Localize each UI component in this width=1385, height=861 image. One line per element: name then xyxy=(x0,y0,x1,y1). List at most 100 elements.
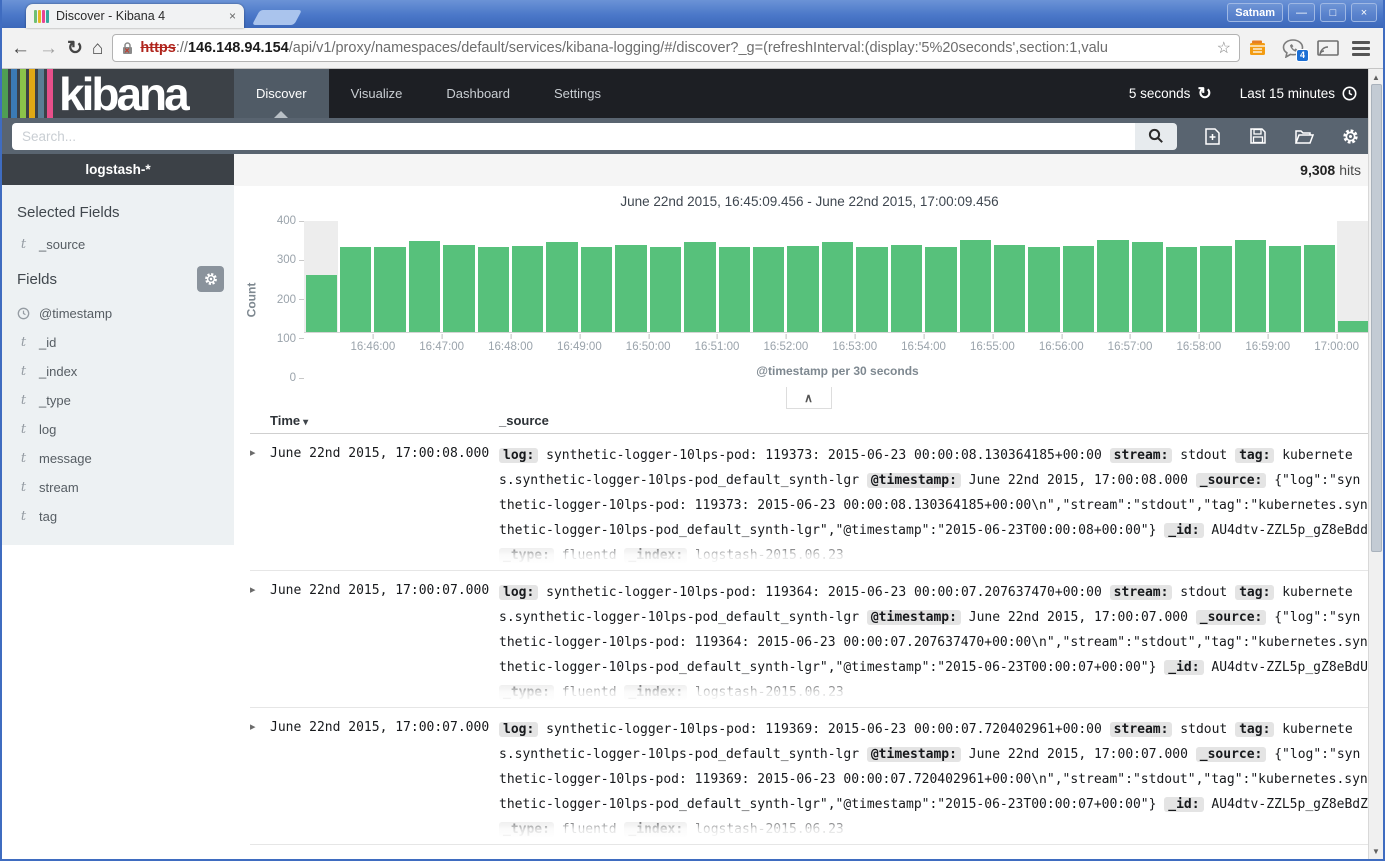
histogram-bar[interactable] xyxy=(856,247,887,332)
menu-icon[interactable] xyxy=(1352,41,1370,56)
histogram-bucket[interactable] xyxy=(924,221,958,332)
index-pattern-selector[interactable]: logstash-* xyxy=(2,154,234,185)
histogram-bucket[interactable] xyxy=(304,221,338,332)
page-scrollbar[interactable]: ▲ ▼ xyxy=(1368,69,1383,859)
histogram-bucket[interactable] xyxy=(1027,221,1061,332)
histogram-bar[interactable] xyxy=(1304,245,1335,332)
histogram-bucket[interactable] xyxy=(992,221,1026,332)
histogram-bar[interactable] xyxy=(306,275,337,332)
histogram-bar[interactable] xyxy=(1166,247,1197,332)
histogram-bucket[interactable] xyxy=(958,221,992,332)
forward-icon[interactable]: → xyxy=(39,39,58,58)
collapse-chart-button[interactable]: ∧ xyxy=(786,387,832,409)
time-filter[interactable]: Last 15 minutes xyxy=(1240,86,1357,101)
refresh-interval[interactable]: 5 seconds ↻ xyxy=(1129,85,1212,102)
chart-plot-area[interactable] xyxy=(304,221,1371,333)
minimize-button[interactable]: — xyxy=(1288,3,1315,22)
scroll-up-icon[interactable]: ▲ xyxy=(1372,69,1380,84)
field-item-index[interactable]: t_index xyxy=(2,357,234,386)
histogram-bar[interactable] xyxy=(1269,246,1300,332)
histogram-bucket[interactable] xyxy=(1233,221,1267,332)
field-item-tag[interactable]: ttag xyxy=(2,502,234,531)
histogram-bucket[interactable] xyxy=(1061,221,1095,332)
histogram-bar[interactable] xyxy=(822,242,853,332)
histogram-bar[interactable] xyxy=(1235,240,1266,332)
hangouts-icon[interactable]: 4 xyxy=(1282,39,1304,58)
histogram-bar[interactable] xyxy=(1063,246,1094,332)
field-item-source[interactable]: t_source xyxy=(2,230,234,259)
histogram-bucket[interactable] xyxy=(717,221,751,332)
histogram-bucket[interactable] xyxy=(373,221,407,332)
open-search-button[interactable] xyxy=(1281,123,1327,150)
search-input[interactable] xyxy=(12,123,1135,150)
histogram-bar[interactable] xyxy=(443,245,474,332)
histogram-bucket[interactable] xyxy=(614,221,648,332)
histogram-bar[interactable] xyxy=(478,247,509,332)
scrollbar-thumb[interactable] xyxy=(1371,84,1382,552)
field-settings-gear-icon[interactable] xyxy=(197,266,224,292)
histogram-bar[interactable] xyxy=(340,247,371,332)
bookmark-star-icon[interactable]: ☆ xyxy=(1217,38,1231,58)
histogram-bucket[interactable] xyxy=(1268,221,1302,332)
new-tab-button[interactable] xyxy=(252,10,302,25)
reload-icon[interactable]: ↻ xyxy=(67,39,83,58)
histogram-bar[interactable] xyxy=(719,247,750,332)
histogram-bar[interactable] xyxy=(1028,247,1059,332)
address-bar[interactable]: × https://146.148.94.154/api/v1/proxy/na… xyxy=(112,34,1240,62)
field-item-message[interactable]: tmessage xyxy=(2,444,234,473)
nav-item-discover[interactable]: Discover xyxy=(234,69,329,118)
histogram-bucket[interactable] xyxy=(407,221,441,332)
histogram-bucket[interactable] xyxy=(1096,221,1130,332)
field-item-stream[interactable]: tstream xyxy=(2,473,234,502)
histogram-bar[interactable] xyxy=(1200,246,1231,332)
histogram-bucket[interactable] xyxy=(511,221,545,332)
close-button[interactable]: × xyxy=(1351,3,1377,22)
histogram-bar[interactable] xyxy=(409,241,440,332)
histogram-bar[interactable] xyxy=(787,246,818,332)
field-item-log[interactable]: tlog xyxy=(2,415,234,444)
histogram-bar[interactable] xyxy=(925,247,956,332)
histogram-bucket[interactable] xyxy=(338,221,372,332)
histogram-bar[interactable] xyxy=(960,240,991,332)
histogram-bar[interactable] xyxy=(615,245,646,332)
home-icon[interactable]: ⌂ xyxy=(92,39,103,58)
nav-item-dashboard[interactable]: Dashboard xyxy=(424,69,532,118)
browser-tab[interactable]: Discover - Kibana 4 × xyxy=(26,4,244,28)
new-search-button[interactable] xyxy=(1189,123,1235,150)
nav-item-visualize[interactable]: Visualize xyxy=(329,69,425,118)
histogram-bucket[interactable] xyxy=(786,221,820,332)
histogram-bucket[interactable] xyxy=(889,221,923,332)
save-search-button[interactable] xyxy=(1235,123,1281,150)
histogram-bucket[interactable] xyxy=(1165,221,1199,332)
field-item-timestamp[interactable]: @timestamp xyxy=(2,299,234,328)
field-item-id[interactable]: t_id xyxy=(2,328,234,357)
histogram-bucket[interactable] xyxy=(579,221,613,332)
histogram-bar[interactable] xyxy=(684,242,715,332)
back-icon[interactable]: ← xyxy=(11,39,30,58)
histogram-bar[interactable] xyxy=(994,245,1025,332)
histogram-bucket[interactable] xyxy=(1302,221,1336,332)
histogram-bar[interactable] xyxy=(753,247,784,332)
histogram-bar[interactable] xyxy=(512,246,543,332)
histogram-bar[interactable] xyxy=(546,242,577,332)
histogram-bucket[interactable] xyxy=(855,221,889,332)
tab-close-icon[interactable]: × xyxy=(229,9,236,23)
search-button[interactable] xyxy=(1135,123,1177,150)
histogram-bucket[interactable] xyxy=(1199,221,1233,332)
histogram-bar[interactable] xyxy=(650,247,681,332)
cast-icon[interactable] xyxy=(1317,40,1339,57)
maximize-button[interactable]: □ xyxy=(1320,3,1346,22)
histogram-bucket[interactable] xyxy=(1130,221,1164,332)
field-item-type[interactable]: t_type xyxy=(2,386,234,415)
histogram-bucket[interactable] xyxy=(648,221,682,332)
histogram-bar[interactable] xyxy=(1338,321,1369,332)
histogram-bar[interactable] xyxy=(374,247,405,332)
histogram-bar[interactable] xyxy=(581,247,612,332)
expand-row-icon[interactable]: ▸ xyxy=(250,580,270,707)
histogram-bar[interactable] xyxy=(1097,240,1128,332)
profile-name-button[interactable]: Satnam xyxy=(1227,3,1283,22)
settings-gear-icon[interactable] xyxy=(1327,123,1373,150)
extension-icon[interactable] xyxy=(1249,40,1269,56)
histogram-bar[interactable] xyxy=(1132,242,1163,332)
histogram-bucket[interactable] xyxy=(820,221,854,332)
